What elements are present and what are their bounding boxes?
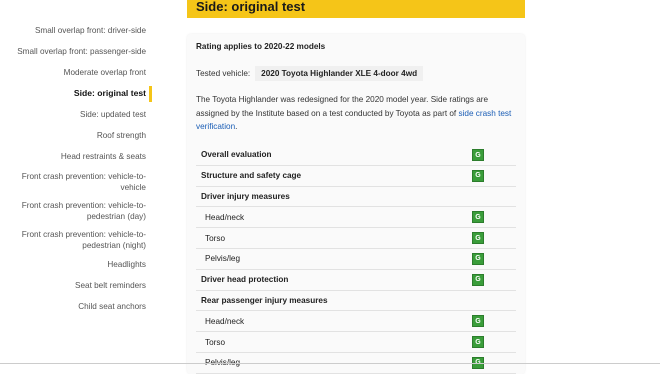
sidebar-item-8[interactable]: Front crash prevention: vehicle-to-vehic… [0,167,152,196]
sidebar-item-4[interactable]: Side: original test [0,83,152,104]
sidebar-item-11[interactable]: Headlights [0,254,152,275]
sidebar-item-label: Seat belt reminders [75,281,146,290]
sidebar-item-2[interactable]: Small overlap front: passenger-side [0,41,152,62]
rating-label: Rear passenger injury measures [201,295,328,305]
rating-row: Driver injury measures [196,187,516,208]
sidebar-item-7[interactable]: Head restraints & seats [0,146,152,167]
tested-vehicle-value: 2020 Toyota Highlander XLE 4-door 4wd [255,66,424,81]
rating-row: Pelvis/leg G [196,249,516,270]
sidebar-item-label: Moderate overlap front [63,68,146,77]
rating-label: Structure and safety cage [201,171,302,181]
rating-row: Torso G [196,332,516,353]
sidebar-item-label: Side: original test [73,88,146,98]
rating-label: Pelvis/leg [205,254,241,264]
rating-label: Torso [205,233,226,243]
sidebar-nav: Small overlap front: driver-side Small ov… [0,20,152,317]
rating-label: Overall evaluation [201,150,272,160]
sidebar-item-label: Head restraints & seats [60,152,146,161]
sidebar-item-label: Front crash prevention: vehicle-to-pedes… [21,229,146,250]
rating-badge-good: G [472,169,484,182]
sidebar-item-1[interactable]: Small overlap front: driver-side [0,20,152,41]
sidebar-item-10[interactable]: Front crash prevention: vehicle-to-pedes… [0,225,152,254]
sidebar-item-label: Headlights [107,260,146,269]
rating-badge-good: G [472,315,484,328]
tested-vehicle-label: Tested vehicle: [196,69,251,78]
sidebar-item-label: Child seat anchors [78,302,146,311]
rating-badge-good: G [472,273,484,286]
sidebar-item-label: Side: updated test [79,110,146,119]
rating-badge-good: G [472,252,484,265]
rating-label: Torso [205,337,226,347]
rating-row: Driver head protection G [196,270,516,291]
rating-row: Head/neck G [196,207,516,229]
rating-label: Driver injury measures [201,191,290,201]
description-end: . [235,122,238,131]
sidebar-item-3[interactable]: Moderate overlap front [0,62,152,83]
sidebar-item-13[interactable]: Child seat anchors [0,296,152,317]
rating-label: Head/neck [205,316,245,326]
rating-label: Head/neck [205,212,245,222]
rating-row: Structure and safety cage G [196,166,516,187]
sidebar-item-9[interactable]: Front crash prevention: vehicle-to-pedes… [0,196,152,225]
sidebar-item-label: Front crash prevention: vehicle-to-vehic… [21,171,146,192]
rating-applies-text: Rating applies to 2020-22 models [196,42,326,51]
sidebar-item-label: Small overlap front: driver-side [34,26,146,35]
rating-label: Driver head protection [201,275,289,285]
sidebar-item-label: Roof strength [96,131,146,140]
tested-vehicle-row: Tested vehicle: 2020 Toyota Highlander X… [196,66,424,81]
page-title: Side: original test [196,0,306,14]
description-text: The Toyota Highlander was redesigned for… [196,95,489,118]
rating-badge-good: G [472,149,484,161]
rating-badge-good: G [472,211,484,224]
rating-row: Rear passenger injury measures [196,291,516,312]
rating-badge-good: G [472,232,484,245]
description-paragraph: The Toyota Highlander was redesigned for… [196,93,514,134]
sidebar-item-12[interactable]: Seat belt reminders [0,275,152,296]
rating-row: Head/neck G [196,311,516,333]
ratings-table: Overall evaluation G Structure and safety … [196,145,516,374]
sidebar-item-label: Front crash prevention: vehicle-to-pedes… [21,200,146,221]
rating-badge-good: G [472,336,484,349]
sidebar-item-6[interactable]: Roof strength [0,125,152,146]
sidebar-item-5[interactable]: Side: updated test [0,104,152,125]
sidebar-item-label: Small overlap front: passenger-side [17,47,146,56]
rating-row: Overall evaluation G [196,145,516,166]
rating-row: Torso G [196,228,516,249]
